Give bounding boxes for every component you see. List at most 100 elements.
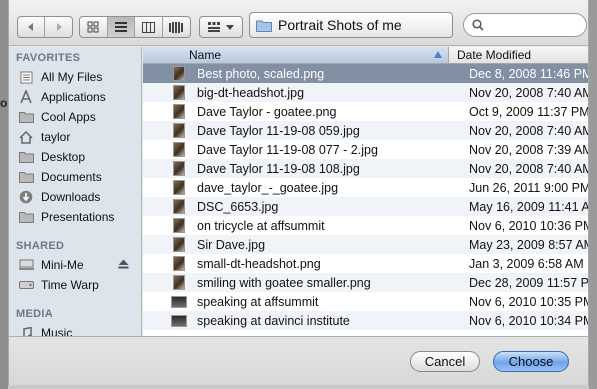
music-icon [18,326,34,336]
date-column-header[interactable]: Date Modified [449,47,588,63]
home-icon [18,130,34,144]
location-popup[interactable]: Portrait Shots of me [249,12,453,38]
view-mode-buttons [79,16,191,38]
file-date-modified: Dec 28, 2009 11:57 PM [469,275,588,290]
eject-icon[interactable] [118,258,129,272]
image-thumbnail-icon [173,104,185,119]
image-thumbnail-icon [171,314,187,327]
downloads-icon [18,190,34,204]
file-name: Dave Taylor - goatee.png [197,104,337,119]
file-row[interactable]: Dave Taylor 11-19-08 059.jpg Nov 20, 2008… [143,121,588,140]
folder-icon [18,210,34,224]
file-date-modified: Nov 20, 2008 7:39 AM [469,142,588,157]
grid-icon [87,21,99,33]
sidebar-item-mini-me[interactable]: Mini-Me [9,255,141,275]
sidebar-item-applications[interactable]: Applications [9,87,141,107]
file-date-modified: Oct 9, 2009 11:37 PM [469,104,588,119]
columns-icon [141,21,155,33]
cover-flow-icon [169,21,184,33]
list-icon [114,22,127,32]
search-input[interactable] [488,18,578,32]
sidebar-section-favorites: FAVORITES [16,52,81,64]
background-window-edge: o [0,0,8,389]
open-dialog: Portrait Shots of me FAVORITES All My Fi… [8,0,589,385]
file-name: Dave Taylor 11-19-08 059.jpg [197,123,360,138]
forward-button[interactable] [45,17,72,37]
image-thumbnail-icon [173,199,185,214]
file-row[interactable]: on tricycle at affsummit Nov 6, 2010 10:3… [143,216,588,235]
sidebar-item-label: Mini-Me [41,258,84,272]
sidebar-item-all-my-files[interactable]: All My Files [9,67,141,87]
file-row[interactable]: Dave Taylor - goatee.png Oct 9, 2009 11:3… [143,102,588,121]
file-name: smiling with goatee smaller.png [197,275,371,290]
file-name: Best photo, scaled.png [197,66,325,81]
arrange-menu-button[interactable] [199,16,243,38]
file-rows: Best photo, scaled.png Dec 8, 2008 11:46 … [143,64,588,330]
sort-ascending-icon [434,51,442,58]
sidebar-item-music[interactable]: Music [9,323,141,336]
file-date-modified: Nov 20, 2008 7:40 AM [469,85,588,100]
image-thumbnail-icon [173,142,185,157]
choose-button[interactable]: Choose [493,351,569,372]
cancel-button[interactable]: Cancel [410,351,480,372]
cover-flow-button[interactable] [163,17,190,37]
file-row[interactable]: speaking at davinci institute Nov 6, 2010… [143,311,588,330]
file-date-modified: Nov 6, 2010 10:34 PM [469,313,588,328]
icon-view-button[interactable] [80,17,108,37]
sidebar-item-label: taylor [41,130,71,144]
column-view-button[interactable] [135,17,163,37]
back-button[interactable] [18,17,46,37]
sidebar-item-cool-apps[interactable]: Cool Apps [9,107,141,127]
sidebar-item-label: All My Files [41,70,103,84]
file-list-header: Name Date Modified [143,47,588,64]
sidebar-item-label: Desktop [41,150,86,164]
sidebar-item-label: Applications [41,90,106,104]
sidebar-item-desktop[interactable]: Desktop [9,147,141,167]
file-row[interactable]: Dave Taylor 11-19-08 108.jpg Nov 20, 2008… [143,159,588,178]
sidebar-section-media: MEDIA [16,308,53,320]
search-field[interactable] [463,13,587,37]
sidebar-section-shared: SHARED [16,240,65,252]
file-name: Sir Dave.jpg [197,237,266,252]
sidebar-item-taylor[interactable]: taylor [9,127,141,147]
image-thumbnail-icon [173,275,185,290]
arrange-grid-icon [208,22,220,32]
file-row[interactable]: dave_taylor_-_goatee.jpg Jun 26, 2011 9:0… [143,178,588,197]
file-row[interactable]: small-dt-headshot.png Jan 3, 2009 6:58 AM [143,254,588,273]
sidebar-item-label: Time Warp [41,278,99,292]
image-thumbnail-icon [173,180,185,195]
file-row[interactable]: speaking at affsummit Nov 6, 2010 10:35 P… [143,292,588,311]
sidebar-item-downloads[interactable]: Downloads [9,187,141,207]
name-column-header[interactable]: Name [143,47,449,63]
sidebar-item-label: Cool Apps [41,110,96,124]
file-row[interactable]: Sir Dave.jpg May 23, 2009 8:57 AM [143,235,588,254]
file-name: small-dt-headshot.png [197,256,321,271]
file-name: big-dt-headshot.jpg [197,85,305,100]
file-name: Dave Taylor 11-19-08 108.jpg [197,161,360,176]
desktop-icon [18,150,34,164]
file-date-modified: Jun 26, 2011 9:00 PM [469,180,588,195]
back-arrow-icon [28,23,33,31]
sidebar-item-time-warp[interactable]: Time Warp [9,275,141,295]
sidebar-item-presentations[interactable]: Presentations [9,207,141,227]
file-name: dave_taylor_-_goatee.jpg [197,180,339,195]
image-thumbnail-icon [171,295,187,308]
file-name: on tricycle at affsummit [197,218,325,233]
location-label: Portrait Shots of me [278,17,402,33]
file-name: DSC_6653.jpg [197,199,279,214]
image-thumbnail-icon [173,161,185,176]
file-row[interactable]: big-dt-headshot.jpg Nov 20, 2008 7:40 AM [143,83,588,102]
chevron-down-icon [226,24,234,30]
list-view-button[interactable] [107,17,135,37]
forward-arrow-icon [56,23,62,31]
file-row[interactable]: DSC_6653.jpg May 16, 2009 11:41 AM [143,197,588,216]
image-thumbnail-icon [173,85,185,100]
sidebar-item-documents[interactable]: Documents [9,167,141,187]
search-icon [472,19,484,31]
sidebar-item-label: Presentations [41,210,115,224]
file-row[interactable]: Dave Taylor 11-19-08 077 - 2.jpg Nov 20, … [143,140,588,159]
file-row[interactable]: Best photo, scaled.png Dec 8, 2008 11:46 … [143,64,588,83]
file-row[interactable]: smiling with goatee smaller.png Dec 28, 2… [143,273,588,292]
